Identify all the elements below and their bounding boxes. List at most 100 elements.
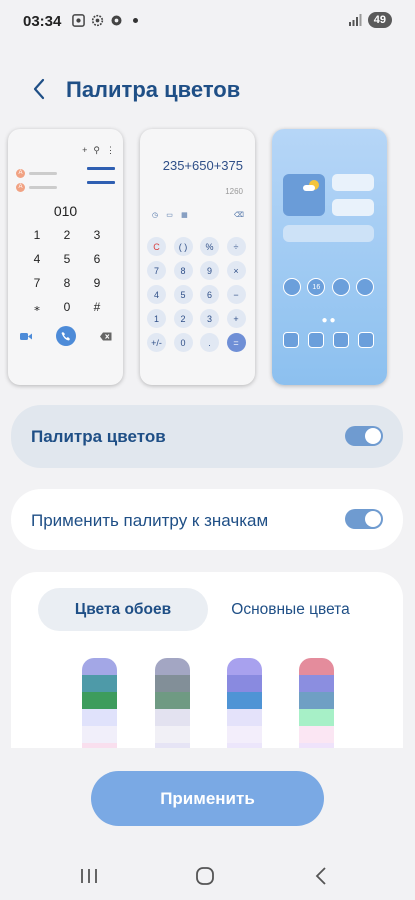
calculator-preview: 235+650+375 1260 ◷ ▭ ▦ ⌫ C ( ) % ÷ 7 8 9 × … bbox=[140, 129, 255, 385]
swatch-color-segment bbox=[227, 743, 262, 748]
notification-dot bbox=[133, 18, 138, 23]
status-bar: 03:34 49 bbox=[0, 0, 415, 44]
calc-key: 4 bbox=[147, 285, 166, 304]
palette-card: Цвета обоев Основные цвета bbox=[11, 572, 403, 748]
palette-toggle-row[interactable]: Палитра цветов bbox=[11, 405, 403, 468]
dialer-toolbar: + ⚲ ⋮ bbox=[82, 145, 115, 155]
swatch-color-segment bbox=[155, 726, 190, 743]
back-nav-icon bbox=[315, 867, 326, 885]
scientific-icon: ▦ bbox=[181, 212, 188, 219]
widget-pill bbox=[332, 199, 374, 216]
swatch-color-segment bbox=[227, 658, 262, 675]
palette-toggle-switch[interactable] bbox=[345, 426, 383, 446]
calc-key: . bbox=[200, 333, 219, 352]
calendar-app-icon: 16 bbox=[307, 278, 326, 296]
dial-key: 8 bbox=[63, 276, 71, 290]
cloud-icon bbox=[303, 185, 315, 191]
back-arrow-icon bbox=[33, 78, 45, 100]
signal-icon bbox=[348, 14, 362, 26]
home-button[interactable] bbox=[190, 864, 220, 888]
swatch-color-segment bbox=[155, 709, 190, 726]
recent-contact: A bbox=[16, 183, 57, 192]
color-swatch[interactable] bbox=[82, 658, 117, 748]
dialer-actions bbox=[20, 326, 112, 346]
dial-key: 5 bbox=[63, 252, 71, 266]
dial-key: 3 bbox=[93, 228, 101, 242]
calc-key: 5 bbox=[173, 285, 193, 304]
swatch-color-segment bbox=[299, 743, 334, 748]
phone-app-icon bbox=[283, 332, 299, 348]
page-title: Палитра цветов bbox=[66, 77, 241, 102]
calc-key: 2 bbox=[173, 309, 193, 328]
calc-key: C bbox=[147, 237, 166, 256]
contacts-app-icon bbox=[308, 332, 324, 348]
settings-app-icon bbox=[355, 278, 374, 296]
calc-key: ( ) bbox=[173, 237, 193, 256]
app-icons-row: 16 bbox=[283, 278, 374, 296]
palette-tabs: Цвета обоев Основные цвета bbox=[38, 588, 378, 631]
dial-key: 1 bbox=[33, 228, 41, 242]
navigation-bar bbox=[0, 850, 415, 900]
calc-key: % bbox=[200, 237, 219, 256]
color-swatch[interactable] bbox=[227, 658, 262, 748]
swatch-color-segment bbox=[299, 726, 334, 743]
video-call-icon bbox=[20, 332, 32, 340]
search-widget bbox=[283, 225, 374, 242]
recent-apps-icon bbox=[81, 869, 97, 883]
calc-key: 1 bbox=[147, 309, 166, 328]
flower-app-icon bbox=[283, 278, 301, 296]
tab-wallpaper-colors[interactable]: Цвета обоев bbox=[38, 588, 208, 631]
backspace-icon bbox=[100, 332, 112, 340]
swatch-color-segment bbox=[299, 658, 334, 675]
calc-expression: 235+650+375 bbox=[162, 158, 243, 173]
weather-widget bbox=[283, 174, 325, 216]
calc-key: × bbox=[226, 261, 246, 280]
settings-icon bbox=[111, 15, 122, 26]
apply-button[interactable]: Применить bbox=[91, 771, 324, 826]
back-button[interactable] bbox=[24, 74, 54, 104]
apply-to-icons-label: Применить палитру к значкам bbox=[31, 511, 269, 530]
toggle-knob bbox=[365, 511, 381, 527]
status-icons bbox=[72, 14, 138, 27]
swatch-color-segment bbox=[227, 692, 262, 709]
calc-result: 1260 bbox=[225, 187, 243, 196]
swatch-color-segment bbox=[299, 675, 334, 692]
home-screen-preview: 16 ●● bbox=[272, 129, 387, 385]
battery-indicator: 49 bbox=[367, 12, 392, 28]
header: Палитра цветов bbox=[0, 70, 415, 110]
dock-icons-row bbox=[283, 332, 374, 348]
swatch-color-segment bbox=[82, 743, 117, 748]
calc-key: 8 bbox=[173, 261, 193, 280]
apply-to-icons-switch[interactable] bbox=[345, 509, 383, 529]
dial-key: ⁎ bbox=[34, 300, 40, 314]
tab-basic-colors[interactable]: Основные цвета bbox=[218, 588, 363, 631]
color-swatch[interactable] bbox=[299, 658, 334, 748]
color-swatch[interactable] bbox=[155, 658, 190, 748]
dialer-preview: + ⚲ ⋮ A A 010 1 2 3 4 5 6 7 8 9 ⁎ 0 # bbox=[8, 129, 123, 385]
calc-key: + bbox=[226, 309, 246, 328]
back-nav-button[interactable] bbox=[306, 864, 336, 888]
swatch-color-segment bbox=[82, 675, 117, 692]
camera-app-icon bbox=[358, 332, 374, 348]
calc-key: 6 bbox=[200, 285, 219, 304]
page-indicator-dots: ●● bbox=[321, 315, 338, 326]
backspace-icon: ⌫ bbox=[234, 212, 244, 219]
calc-key: 9 bbox=[200, 261, 219, 280]
swatch-color-segment bbox=[82, 692, 117, 709]
dial-key: # bbox=[93, 300, 101, 314]
calc-key: = bbox=[226, 333, 246, 352]
dial-key: 2 bbox=[63, 228, 71, 242]
calc-key: ÷ bbox=[226, 237, 246, 256]
recent-apps-button[interactable] bbox=[74, 864, 104, 888]
apply-to-icons-row[interactable]: Применить палитру к значкам bbox=[11, 489, 403, 550]
calc-key: 7 bbox=[147, 261, 166, 280]
calc-keypad: C ( ) % ÷ 7 8 9 × 4 5 6 − 1 2 3 + +/- 0 … bbox=[147, 237, 253, 352]
calc-key: 0 bbox=[173, 333, 193, 352]
swatch-color-segment bbox=[299, 709, 334, 726]
swatch-color-segment bbox=[155, 675, 190, 692]
dial-key: 6 bbox=[93, 252, 101, 266]
swatch-color-segment bbox=[82, 726, 117, 743]
recent-contact: A bbox=[16, 169, 57, 178]
palette-toggle-label: Палитра цветов bbox=[31, 427, 166, 446]
calc-key: +/- bbox=[147, 333, 166, 352]
